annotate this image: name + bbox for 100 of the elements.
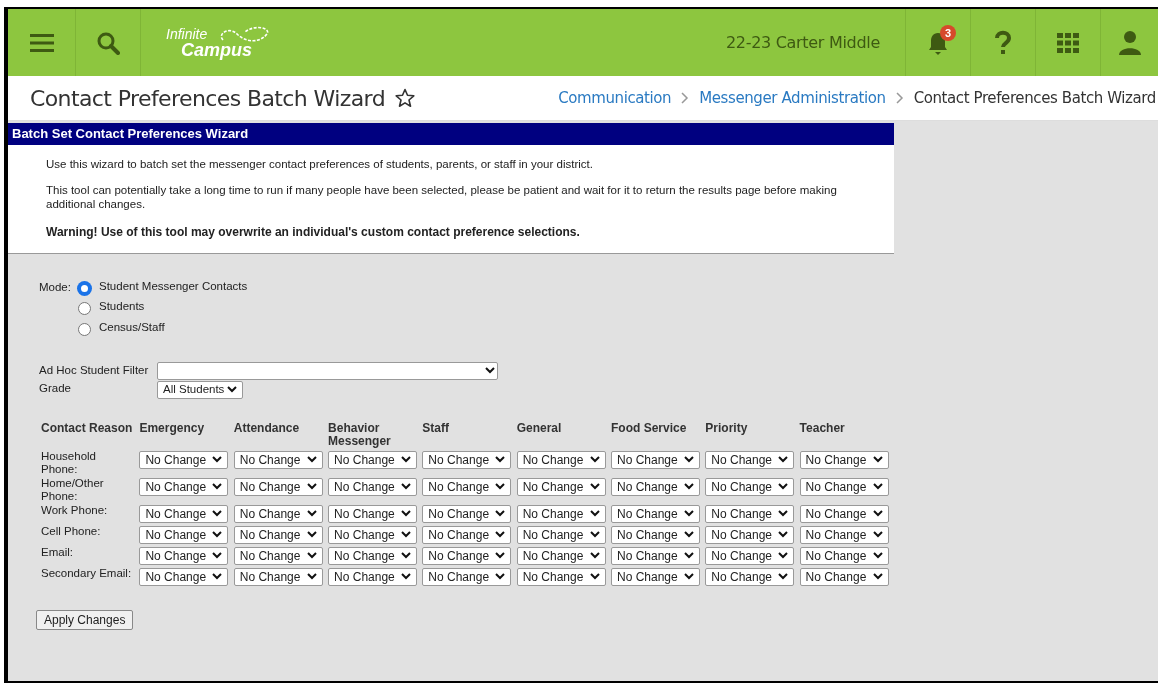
chevron-icon bbox=[495, 510, 506, 518]
preference-dropdown[interactable]: No Change bbox=[799, 477, 889, 496]
preference-dropdown[interactable]: No Change bbox=[799, 546, 889, 565]
row-label: Work Phone: bbox=[41, 503, 108, 516]
preference-dropdown[interactable]: No Change bbox=[233, 477, 323, 496]
mode-label: Mode: bbox=[39, 280, 71, 295]
preference-dropdown[interactable]: No Change bbox=[233, 567, 323, 586]
preference-dropdown[interactable]: No Change bbox=[799, 567, 889, 586]
chevron-icon bbox=[401, 510, 412, 518]
chevron-icon bbox=[589, 510, 600, 518]
preference-dropdown[interactable]: No Change bbox=[139, 504, 229, 523]
radio-button[interactable] bbox=[77, 302, 91, 316]
preference-dropdown[interactable]: No Change bbox=[422, 546, 512, 565]
preference-dropdown[interactable]: No Change bbox=[139, 525, 229, 544]
column-header: Behavior Messenger bbox=[328, 420, 391, 448]
chevron-icon bbox=[872, 456, 883, 464]
intro-text: Use this wizard to batch set the messenger contact preferences of students, parents, or staff in your district. bbox=[46, 157, 594, 171]
school-year-label[interactable]: 22-23 Carter Middle bbox=[725, 30, 880, 55]
preference-dropdown[interactable]: No Change bbox=[611, 504, 700, 523]
preference-dropdown[interactable]: No Change bbox=[611, 567, 700, 586]
radio-button[interactable] bbox=[77, 282, 91, 295]
column-header: Food Service bbox=[611, 420, 687, 435]
preference-dropdown[interactable]: No Change bbox=[422, 567, 512, 586]
chevron-icon bbox=[212, 456, 223, 464]
preference-dropdown[interactable]: No Change bbox=[328, 546, 418, 565]
preference-dropdown[interactable]: No Change bbox=[328, 450, 418, 469]
column-header: Staff bbox=[422, 420, 450, 435]
chevron-icon bbox=[684, 573, 694, 581]
chevron-icon bbox=[306, 510, 317, 518]
preference-dropdown[interactable]: No Change bbox=[611, 546, 700, 565]
grade-dropdown[interactable]: All Students bbox=[157, 380, 244, 399]
chevron-icon bbox=[778, 573, 789, 581]
chevron-icon bbox=[401, 531, 412, 539]
row-label: Secondary Email: bbox=[41, 566, 132, 579]
chevron-icon bbox=[401, 573, 412, 581]
radio-button[interactable] bbox=[77, 322, 91, 336]
preference-dropdown[interactable]: No Change bbox=[233, 546, 323, 565]
breadcrumb-link[interactable]: Communication bbox=[558, 86, 672, 110]
chevron-icon bbox=[778, 483, 789, 491]
preference-dropdown[interactable]: No Change bbox=[705, 504, 795, 523]
breadcrumb-link[interactable]: Messenger Administration bbox=[699, 86, 886, 110]
column-header: Contact Reason bbox=[41, 420, 133, 435]
preference-dropdown[interactable]: No Change bbox=[611, 450, 700, 469]
star-icon[interactable] bbox=[395, 88, 416, 108]
row-label: Email: bbox=[41, 545, 73, 558]
chevron-icon bbox=[212, 552, 223, 560]
radio-label[interactable]: Census/Staff bbox=[98, 318, 165, 336]
chevron-icon bbox=[589, 456, 600, 464]
radio-label[interactable]: Student Messenger Contacts bbox=[98, 278, 248, 296]
preference-dropdown[interactable]: No Change bbox=[233, 450, 323, 469]
filter-dropdown[interactable] bbox=[157, 361, 498, 380]
chevron-icon bbox=[495, 531, 506, 539]
preference-dropdown[interactable]: No Change bbox=[139, 546, 229, 565]
chevron-icon bbox=[589, 531, 600, 539]
preference-dropdown[interactable]: No Change bbox=[328, 504, 418, 523]
row-label: Cell Phone: bbox=[41, 524, 101, 537]
preference-dropdown[interactable]: No Change bbox=[516, 546, 606, 565]
preference-dropdown[interactable]: No Change bbox=[233, 504, 323, 523]
chevron-right-icon bbox=[681, 92, 690, 104]
preference-dropdown[interactable]: No Change bbox=[139, 567, 229, 586]
preference-dropdown[interactable]: No Change bbox=[422, 504, 512, 523]
grade-label: Grade bbox=[39, 380, 72, 396]
preference-dropdown[interactable]: No Change bbox=[516, 504, 606, 523]
preference-dropdown[interactable]: No Change bbox=[611, 525, 700, 544]
chevron-icon bbox=[227, 386, 238, 394]
preference-dropdown[interactable]: No Change bbox=[139, 477, 229, 496]
chevron-icon bbox=[212, 573, 223, 581]
preference-dropdown[interactable]: No Change bbox=[139, 450, 229, 469]
preference-dropdown[interactable]: No Change bbox=[328, 567, 418, 586]
intro-text: This tool can potentially take a long time to run if many people have been selected, please be patient and wait for it to return the results page before making additional changes. bbox=[46, 183, 838, 211]
chevron-right-icon bbox=[895, 92, 904, 104]
preference-dropdown[interactable]: No Change bbox=[799, 450, 889, 469]
preference-dropdown[interactable]: No Change bbox=[422, 525, 512, 544]
preference-dropdown[interactable]: No Change bbox=[705, 525, 795, 544]
preference-dropdown[interactable]: No Change bbox=[516, 525, 606, 544]
preference-dropdown[interactable]: No Change bbox=[705, 477, 795, 496]
preference-dropdown[interactable]: No Change bbox=[611, 477, 700, 496]
chevron-icon bbox=[401, 456, 412, 464]
radio-label[interactable]: Students bbox=[98, 298, 145, 316]
preference-dropdown[interactable]: No Change bbox=[799, 525, 889, 544]
preference-dropdown[interactable]: No Change bbox=[705, 546, 795, 565]
preference-dropdown[interactable]: No Change bbox=[799, 504, 889, 523]
apply-changes-button[interactable]: Apply Changes bbox=[36, 609, 134, 630]
preference-dropdown[interactable]: No Change bbox=[705, 567, 795, 586]
preference-dropdown[interactable]: No Change bbox=[422, 450, 512, 469]
preference-dropdown[interactable]: No Change bbox=[516, 567, 606, 586]
preference-dropdown[interactable]: No Change bbox=[422, 477, 512, 496]
preference-dropdown[interactable]: No Change bbox=[233, 525, 323, 544]
chevron-icon bbox=[212, 510, 223, 518]
chevron-icon bbox=[684, 531, 694, 539]
preference-dropdown[interactable]: No Change bbox=[328, 525, 418, 544]
preference-dropdown[interactable]: No Change bbox=[328, 477, 418, 496]
preference-dropdown[interactable]: No Change bbox=[516, 477, 606, 496]
wizard-title: Batch Set Contact Preferences Wizard bbox=[12, 125, 249, 144]
filter-label: Ad Hoc Student Filter bbox=[39, 363, 150, 379]
chevron-icon bbox=[485, 367, 495, 375]
preference-dropdown[interactable]: No Change bbox=[705, 450, 795, 469]
row-label: Household Phone: bbox=[41, 449, 96, 475]
preference-dropdown[interactable]: No Change bbox=[516, 450, 606, 469]
chevron-icon bbox=[401, 483, 412, 491]
